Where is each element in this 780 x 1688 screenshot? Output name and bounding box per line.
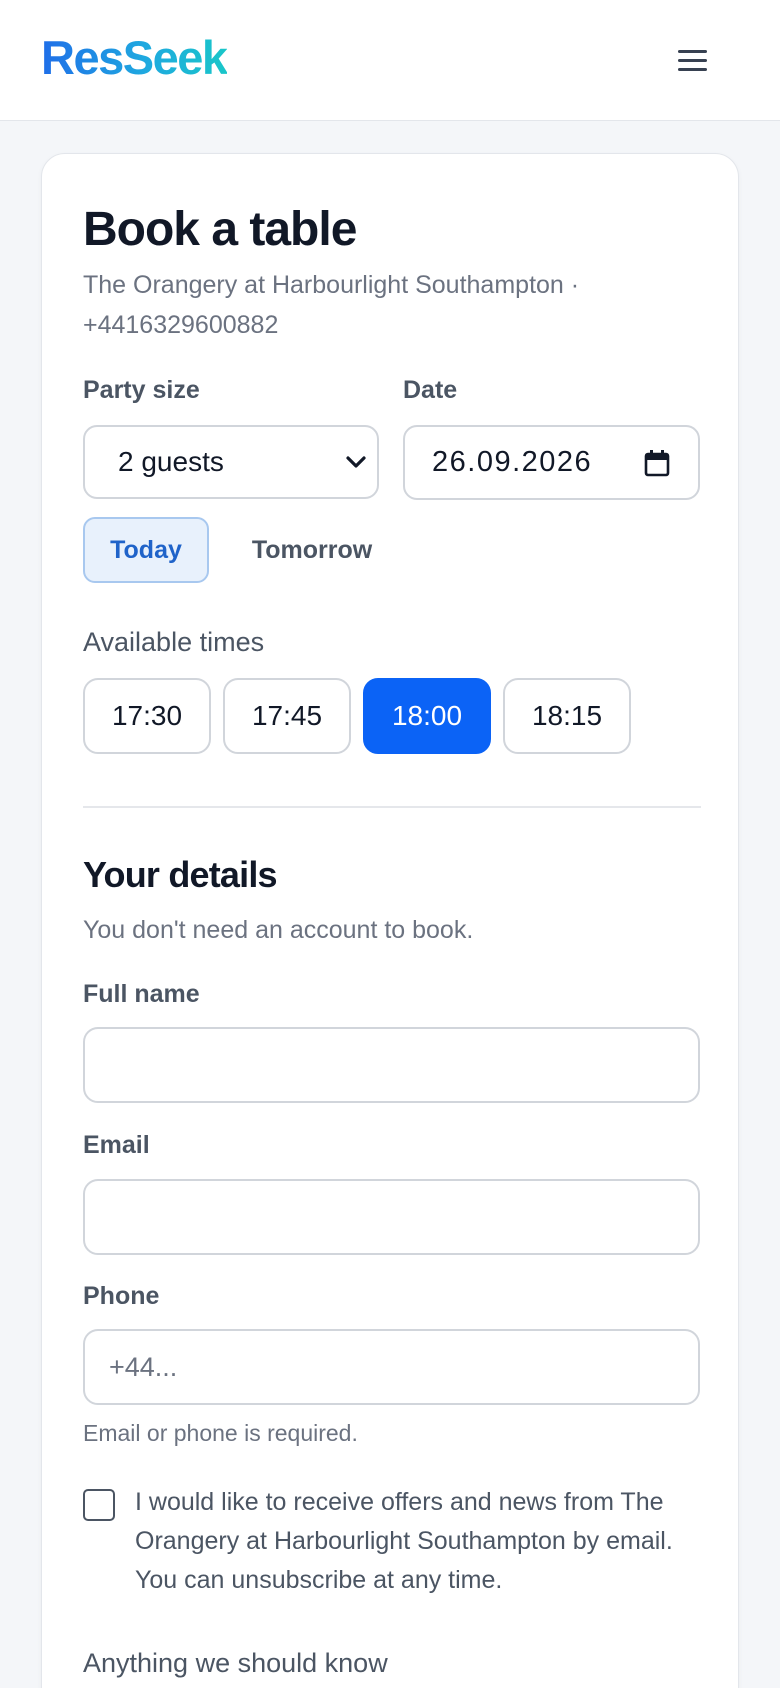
page-title: Book a table (83, 203, 357, 256)
party-size-label: Party size (83, 376, 200, 404)
time-slot-1730[interactable]: 17:30 (83, 678, 211, 754)
date-value: 26.09.2026 (432, 446, 593, 478)
calendar-icon[interactable] (644, 449, 670, 477)
menu-line (677, 58, 707, 62)
marketing-opt-in-label[interactable]: I would like to receive offers and news … (135, 1483, 700, 1600)
email-label: Email (83, 1131, 150, 1159)
email-field[interactable] (83, 1179, 700, 1255)
marketing-opt-in-checkbox[interactable] (83, 1489, 115, 1521)
time-slot-1815[interactable]: 18:15 (503, 678, 631, 754)
chevron-down-icon (346, 456, 366, 468)
booking-card: Book a table The Orangery at Harbourligh… (41, 153, 739, 1688)
tomorrow-button[interactable]: Tomorrow (242, 517, 382, 583)
full-name-field[interactable] (83, 1027, 700, 1103)
special-requests-label: Anything we should know (83, 1648, 388, 1678)
top-navigation-bar: ResSeek (0, 0, 780, 121)
time-slot-1745[interactable]: 17:45 (223, 678, 351, 754)
section-divider (83, 806, 701, 808)
menu-line (677, 67, 707, 71)
resseek-logo[interactable]: ResSeek (41, 30, 228, 85)
no-account-note: You don't need an account to book. (83, 916, 474, 944)
date-label: Date (403, 376, 458, 404)
menu-line (677, 49, 707, 53)
today-button[interactable]: Today (83, 517, 209, 583)
available-times-label: Available times (83, 627, 265, 657)
contact-help-text: Email or phone is required. (83, 1420, 358, 1446)
party-size-value: 2 guests (118, 446, 224, 477)
restaurant-subtitle: The Orangery at Harbourlight Southampton… (83, 271, 580, 339)
party-size-select[interactable]: 2 guests (83, 425, 379, 499)
time-slot-1800-selected[interactable]: 18:00 (363, 678, 491, 754)
date-input[interactable]: 26.09.2026 (403, 425, 700, 500)
phone-field[interactable]: +44... (83, 1329, 700, 1405)
hamburger-menu-icon[interactable] (672, 42, 712, 78)
phone-label: Phone (83, 1282, 160, 1310)
your-details-heading: Your details (83, 854, 278, 895)
phone-placeholder: +44... (109, 1352, 178, 1382)
full-name-label: Full name (83, 980, 200, 1008)
